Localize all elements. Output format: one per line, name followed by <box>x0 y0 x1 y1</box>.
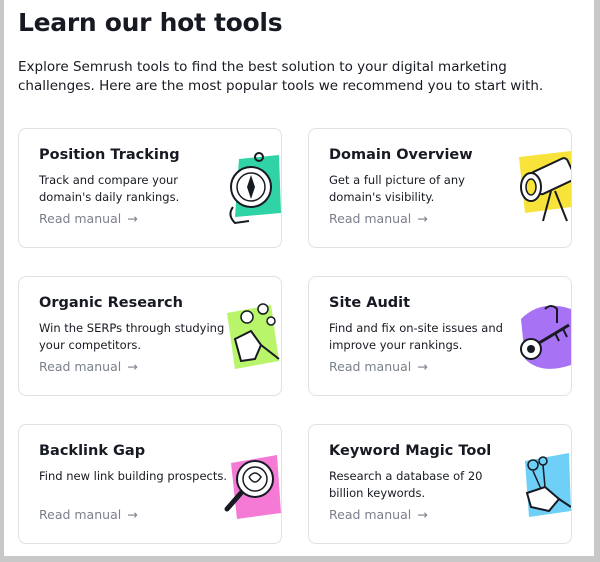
card-title: Site Audit <box>329 295 411 311</box>
tools-panel: Learn our hot tools Explore Semrush tool… <box>4 0 594 556</box>
read-manual-label: Read manual <box>39 211 122 226</box>
tool-card-organic-research[interactable]: Organic Research Win the SERPs through s… <box>18 276 282 396</box>
read-manual-label: Read manual <box>39 507 122 522</box>
card-title: Position Tracking <box>39 147 180 163</box>
telescope-icon <box>519 151 571 222</box>
card-description: Get a full picture of any domain's visib… <box>329 173 465 204</box>
magnifier-icon <box>224 455 281 519</box>
intro-text: Explore Semrush tools to find the best s… <box>18 59 544 94</box>
arrow-right-icon: → <box>417 507 428 522</box>
page-title: Learn our hot tools <box>18 8 283 37</box>
card-title: Backlink Gap <box>39 443 146 459</box>
read-manual-link[interactable]: Read manual → <box>329 507 428 522</box>
read-manual-label: Read manual <box>329 211 412 226</box>
card-title: Keyword Magic Tool <box>329 443 492 459</box>
read-manual-link[interactable]: Read manual → <box>329 359 428 374</box>
read-manual-label: Read manual <box>39 359 122 374</box>
read-manual-label: Read manual <box>329 359 412 374</box>
arrow-right-icon: → <box>127 211 138 226</box>
read-manual-link[interactable]: Read manual → <box>39 507 138 522</box>
arrow-right-icon: → <box>417 359 428 374</box>
tool-card-domain-overview[interactable]: Domain Overview Get a full picture of an… <box>308 128 572 248</box>
arrow-right-icon: → <box>127 507 138 522</box>
tool-card-position-tracking[interactable]: Position Tracking Track and compare your… <box>18 128 282 248</box>
read-manual-link[interactable]: Read manual → <box>329 211 428 226</box>
compass-icon <box>229 152 281 225</box>
card-description: Win the SERPs through studying your comp… <box>39 321 225 352</box>
arrow-right-icon: → <box>417 211 428 226</box>
card-description: Track and compare your domain's daily ra… <box>39 173 180 204</box>
read-manual-link[interactable]: Read manual → <box>39 211 138 226</box>
read-manual-link[interactable]: Read manual → <box>39 359 138 374</box>
card-description: Research a database of 20 billion keywor… <box>329 469 483 500</box>
key-icon <box>520 305 571 369</box>
tool-card-site-audit[interactable]: Site Audit Find and fix on-site issues a… <box>308 276 572 396</box>
tool-card-keyword-magic-tool[interactable]: Keyword Magic Tool Research a database o… <box>308 424 572 544</box>
card-description: Find and fix on-site issues and improve … <box>329 321 503 352</box>
arrow-right-icon: → <box>127 359 138 374</box>
read-manual-label: Read manual <box>329 507 412 522</box>
hand-icon <box>227 303 280 369</box>
card-title: Organic Research <box>39 295 183 311</box>
magic-key-icon <box>525 453 571 517</box>
tool-card-backlink-gap[interactable]: Backlink Gap Find new link building pros… <box>18 424 282 544</box>
card-description: Find new link building prospects. <box>39 469 228 483</box>
card-title: Domain Overview <box>329 147 473 163</box>
